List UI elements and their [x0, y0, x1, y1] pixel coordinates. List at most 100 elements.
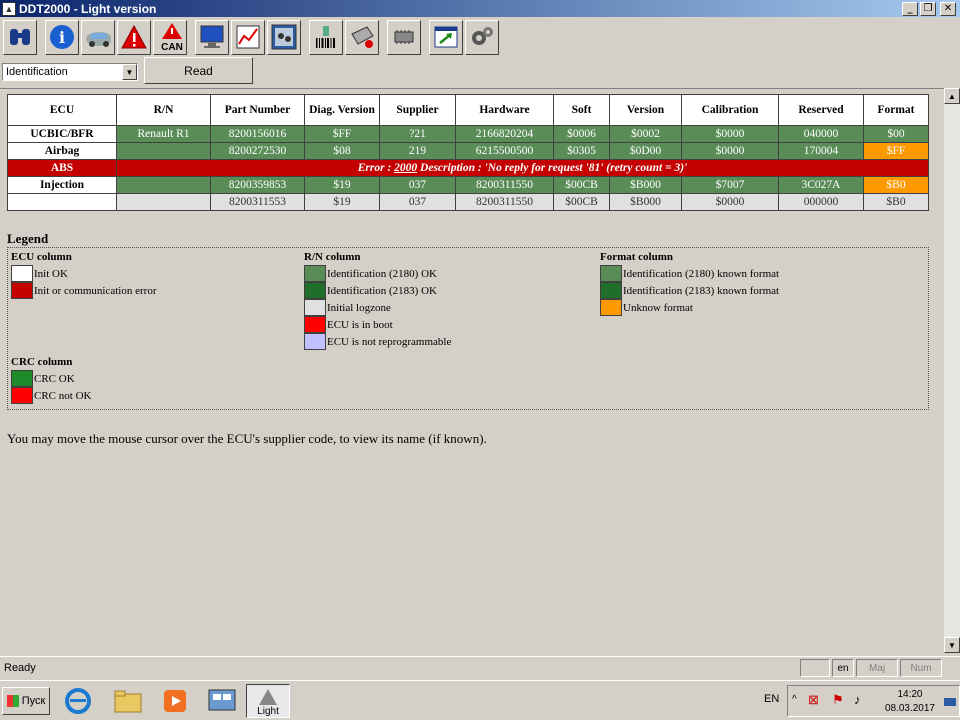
legend-label: Identification (2180) known format [623, 267, 780, 280]
ecu-button[interactable] [345, 19, 379, 55]
hardware-cell: 8200311550 [455, 176, 554, 194]
calibration-cell: $0000 [681, 193, 779, 211]
calibration-cell: $0000 [681, 125, 779, 143]
rn-cell [116, 193, 211, 211]
minimize-button[interactable]: _ [902, 1, 918, 16]
input-language[interactable]: EN [764, 693, 779, 705]
folder-icon[interactable] [108, 685, 148, 717]
start-button[interactable]: Пуск [2, 687, 50, 715]
ecu-cell: ABS [7, 159, 117, 177]
legend-label: Identification (2183) known format [623, 284, 780, 297]
dashboard-button[interactable] [267, 19, 301, 55]
ecu-cell [7, 193, 117, 211]
warning-button[interactable] [117, 19, 151, 55]
scroll-down-icon[interactable]: ▼ [944, 637, 960, 653]
part-cell: 8200359853 [210, 176, 305, 194]
format-cell: $B0 [863, 176, 929, 194]
col-header: R/N [116, 94, 211, 126]
supplier-cell[interactable]: 037 [379, 176, 456, 194]
legend-label: Init or communication error [34, 284, 157, 297]
volume-icon[interactable]: ♪ [854, 692, 861, 707]
clock[interactable]: 14:20 08.03.2017 [885, 688, 935, 716]
legend-rn-column: R/N column Identification (2180) OK Iden… [304, 251, 451, 350]
part-cell: 8200156016 [210, 125, 305, 143]
network-icon[interactable]: ⊠ [808, 692, 819, 708]
legend-item: ECU is not reprogrammable [304, 333, 451, 350]
dashboard-icon [271, 24, 297, 50]
legend-item: Identification (2180) known format [600, 265, 779, 282]
ie-icon[interactable] [58, 685, 98, 717]
legend-label: Identification (2180) OK [327, 267, 437, 280]
reserved-cell: 040000 [778, 125, 864, 143]
legend-item: Unknow format [600, 299, 779, 316]
status-caps: Maj [856, 659, 898, 677]
table-row-error[interactable]: ABS Error : 2000 Description : 'No reply… [7, 159, 929, 177]
table-row[interactable]: UCBIC/BFR Renault R1 8200156016 $FF ?21 … [7, 125, 929, 143]
status-bar: Ready en Maj Num [0, 656, 960, 678]
read-button[interactable]: Read [144, 57, 253, 84]
mode-select-value: Identification [6, 66, 68, 78]
show-desktop-icon[interactable] [944, 698, 956, 706]
col-header: Hardware [455, 94, 554, 126]
chevron-down-icon[interactable]: ▼ [122, 64, 137, 80]
monitor-icon [199, 24, 225, 50]
col-header: Supplier [379, 94, 456, 126]
table-row[interactable]: 8200311553 $19 037 8200311550 $00CB $B00… [7, 193, 929, 211]
close-button[interactable]: ✕ [940, 1, 956, 16]
calibration-cell: $7007 [681, 176, 779, 194]
chevron-up-icon[interactable]: ^ [792, 694, 797, 705]
control-panel-icon[interactable] [202, 685, 242, 717]
table-row[interactable]: Airbag 8200272530 $08 219 6215500500 $03… [7, 142, 929, 160]
swatch [11, 282, 33, 299]
legend-label: Unknow format [623, 301, 693, 314]
window-arrow-button[interactable] [429, 19, 463, 55]
soft-cell: $0006 [553, 125, 610, 143]
vertical-scrollbar[interactable]: ▲ ▼ [944, 88, 960, 653]
binoculars-button[interactable] [3, 19, 37, 55]
supplier-cell[interactable]: 037 [379, 193, 456, 211]
barcode-button[interactable] [309, 19, 343, 55]
chart-button[interactable] [231, 19, 265, 55]
chip-icon [391, 24, 417, 50]
supplier-cell[interactable]: 219 [379, 142, 456, 160]
media-player-icon[interactable] [155, 685, 195, 717]
legend-item: Init OK [11, 265, 157, 282]
legend-box: ECU column Init OK Init or communication… [7, 247, 929, 410]
diag-cell: $19 [304, 193, 380, 211]
scroll-up-icon[interactable]: ▲ [944, 88, 960, 104]
taskbar-item-ddt2000[interactable]: Light [246, 684, 290, 718]
mode-select[interactable]: Identification ▼ [2, 63, 138, 81]
legend-label: ECU is in boot [327, 318, 393, 331]
can-button[interactable]: CAN [153, 19, 187, 55]
table-row[interactable]: Injection 8200359853 $19 037 8200311550 … [7, 176, 929, 194]
legend-item: CRC OK [11, 370, 91, 387]
taskbar-item-label: Light [257, 706, 279, 717]
info-button[interactable]: i [45, 19, 79, 55]
restore-button[interactable]: ❐ [920, 1, 936, 16]
chip-button[interactable] [387, 19, 421, 55]
rn-cell [116, 142, 211, 160]
version-cell: $0002 [609, 125, 682, 143]
legend-heading: CRC column [11, 356, 73, 368]
warning-icon [121, 24, 147, 50]
calibration-cell: $0000 [681, 142, 779, 160]
status-text: Ready [4, 662, 36, 674]
ecu-cell: Airbag [7, 142, 117, 160]
legend-heading: ECU column [11, 251, 72, 263]
swatch [600, 265, 622, 282]
swatch [304, 299, 326, 316]
rn-cell: Renault R1 [116, 125, 211, 143]
legend-ecu-column: ECU column Init OK Init or communication… [11, 251, 157, 299]
monitor-button[interactable] [195, 19, 229, 55]
action-center-icon[interactable]: ⚑ [832, 692, 844, 708]
ecu-chip-icon [349, 24, 375, 50]
supplier-cell[interactable]: ?21 [379, 125, 456, 143]
swatch [304, 282, 326, 299]
gears-button[interactable] [465, 19, 499, 55]
car-button[interactable] [81, 19, 115, 55]
legend-label: Init OK [34, 267, 68, 280]
legend-title: Legend [7, 231, 49, 246]
hint-text: You may move the mouse cursor over the E… [7, 431, 487, 446]
window-title: DDT2000 - Light version [19, 1, 157, 16]
window-arrow-icon [433, 24, 459, 50]
